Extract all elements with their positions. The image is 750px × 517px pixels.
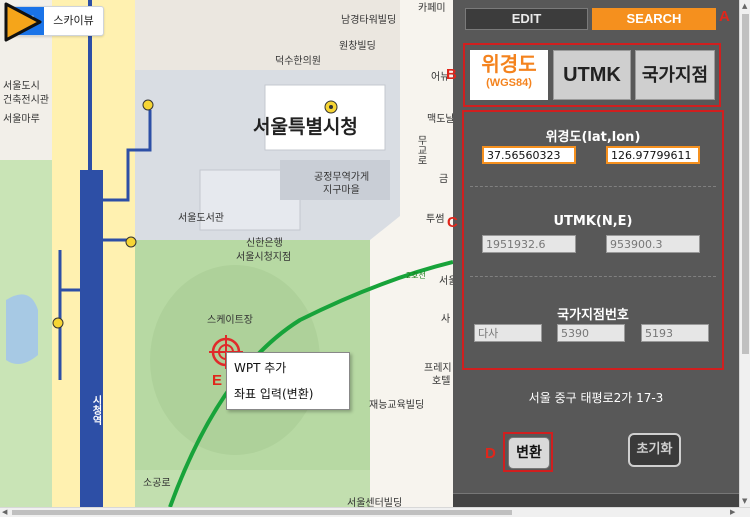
- scroll-up-icon[interactable]: ▲: [742, 2, 747, 10]
- play-icon: [4, 2, 42, 42]
- marker-e: E: [212, 372, 223, 389]
- national-x-input[interactable]: 5390: [557, 324, 625, 342]
- map-label: 금: [439, 174, 449, 185]
- map-label: 남경타워빌딩: [341, 15, 397, 26]
- map-canvas: [0, 0, 453, 507]
- wgs84-button[interactable]: 위경도 (WGS84): [470, 50, 548, 100]
- lat-input[interactable]: 37.56560323: [482, 146, 576, 164]
- horizontal-scroll-thumb[interactable]: [12, 510, 512, 515]
- vertical-scroll-thumb[interactable]: [742, 14, 749, 354]
- map-label: 서울도시: [3, 81, 40, 92]
- tab-edit[interactable]: EDIT: [465, 8, 588, 30]
- utmk-n-input[interactable]: 1951932.6: [482, 235, 576, 253]
- tab-search[interactable]: SEARCH: [592, 8, 716, 30]
- map-label: 사: [441, 314, 451, 325]
- map-label: 무교로: [415, 135, 426, 165]
- coordinate-input-group: 위경도(lat,lon) 37.56560323 126.97799611 UT…: [462, 110, 724, 370]
- map-label: 서울도서관: [178, 213, 224, 224]
- context-menu: WPT 추가 좌표 입력(변환): [226, 352, 350, 410]
- marker-d: D: [485, 445, 496, 462]
- marker-c: C: [447, 214, 458, 231]
- convert-button-outline: 변환: [503, 432, 553, 472]
- scroll-right-icon[interactable]: ▶: [730, 508, 735, 516]
- skyview-mode-button[interactable]: 스카이뷰: [44, 7, 102, 35]
- wgs84-button-label: 위경도: [481, 54, 537, 76]
- lon-input[interactable]: 126.97799611: [606, 146, 700, 164]
- add-wpt-menu-item[interactable]: WPT 추가: [227, 355, 349, 381]
- map-view[interactable]: 지도 스카이뷰 남경타워빌딩 카페미 원창빌딩 덕수한의원 서울도시 건축전시관…: [0, 0, 453, 507]
- map-label: 지구마을: [323, 185, 360, 196]
- scroll-left-icon[interactable]: ◀: [2, 508, 7, 516]
- map-label: 건축전시관: [3, 95, 49, 106]
- panel-bottom-bar: [453, 493, 739, 508]
- line2-label: 2호선: [406, 271, 426, 280]
- search-panel: EDIT SEARCH A 위경도 (WGS84) UTMK 국가지점 B 위경…: [446, 0, 739, 508]
- national-y-input[interactable]: 5193: [641, 324, 709, 342]
- map-label: 신한은행: [246, 238, 283, 249]
- utmk-e-input[interactable]: 953900.3: [606, 235, 700, 253]
- map-label: 맥도날: [427, 114, 453, 125]
- divider: [470, 186, 716, 187]
- map-label: 원창빌딩: [339, 41, 376, 52]
- map-label: 스케이트장: [207, 315, 253, 326]
- latlon-title: 위경도(lat,lon): [545, 130, 641, 145]
- city-hall-label: 서울특별시청: [253, 116, 358, 138]
- marker-a: A: [719, 8, 730, 25]
- national-point-button[interactable]: 국가지점: [635, 50, 715, 100]
- utmk-title: UTMK(N,E): [553, 214, 633, 229]
- national-area-input[interactable]: 다사: [474, 324, 542, 342]
- scroll-down-icon[interactable]: ▼: [742, 497, 747, 505]
- map-label: 덕수한의원: [275, 56, 321, 67]
- coord-system-group: 위경도 (WGS84) UTMK 국가지점: [463, 43, 721, 107]
- convert-button[interactable]: 변환: [508, 437, 550, 469]
- station-label: 시청역: [90, 395, 101, 425]
- map-label: 서울마루: [3, 114, 40, 125]
- map-label: 서울시청지점: [236, 252, 292, 263]
- map-label: 호텔: [432, 376, 451, 387]
- reset-button[interactable]: 초기화: [628, 433, 681, 467]
- map-label: 카페미: [418, 3, 446, 14]
- coord-input-menu-item[interactable]: 좌표 입력(변환): [227, 381, 349, 407]
- wgs84-button-sublabel: (WGS84): [486, 77, 532, 89]
- map-label: 투썸: [426, 214, 445, 225]
- map-label: 소공로: [143, 478, 171, 489]
- divider: [470, 276, 716, 277]
- marker-b: B: [446, 66, 457, 83]
- vertical-scrollbar[interactable]: ▲ ▼: [739, 0, 750, 507]
- map-label: 재능교육빌딩: [369, 400, 425, 411]
- map-label: 서울: [439, 276, 453, 287]
- address-text: 서울 중구 태평로2가 17-3: [528, 391, 664, 405]
- utmk-button[interactable]: UTMK: [553, 50, 631, 100]
- map-label: 서울센터빌딩: [347, 498, 403, 507]
- national-point-title: 국가지점번호: [557, 308, 629, 323]
